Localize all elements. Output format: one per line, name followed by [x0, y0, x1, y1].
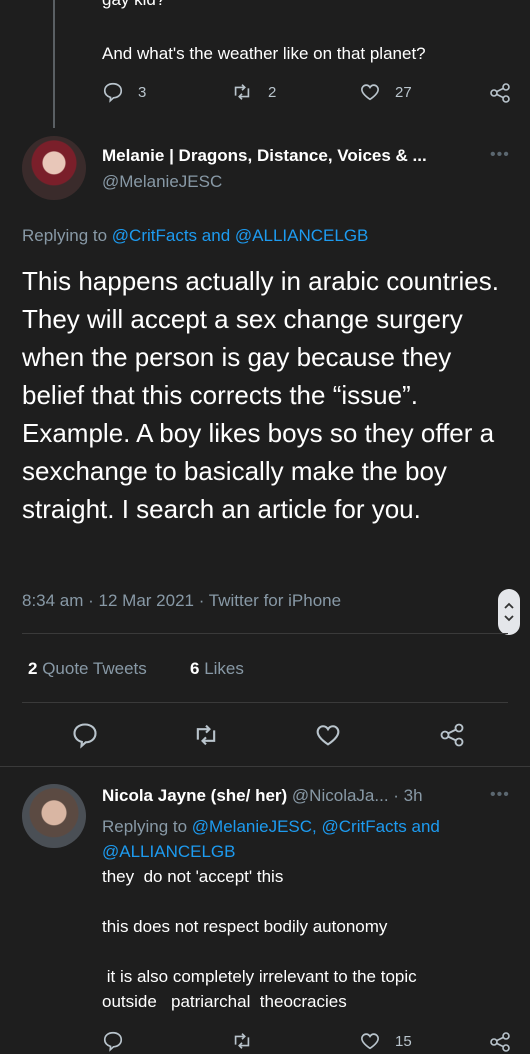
mention-link[interactable]: @CritFacts [112, 226, 197, 245]
display-name[interactable]: Nicola Jayne (she/ her) [102, 786, 287, 805]
display-name[interactable]: Melanie | Dragons, Distance, Voices & ..… [102, 146, 427, 166]
like-button[interactable]: 15 [359, 1030, 412, 1052]
replying-prefix: Replying to [102, 817, 188, 836]
like-icon [361, 84, 379, 101]
divider [22, 702, 508, 703]
partial-text: gay kid? [102, 0, 165, 10]
likes-label: Likes [204, 659, 244, 678]
reply-count: 3 [138, 83, 147, 101]
reply-text-line: they do not 'accept' this [102, 867, 284, 886]
top-reply-actions: 3 2 27 [102, 80, 514, 106]
reply-icon [103, 1031, 123, 1052]
top-reply-text: And what's the weather like on that plan… [102, 44, 426, 63]
mention-link[interactable]: @MelanieJESC, [192, 817, 317, 836]
more-button[interactable]: ••• [490, 146, 510, 164]
mention-link[interactable]: @ALLIANCELGB [235, 226, 368, 245]
retweet-icon [234, 84, 250, 100]
reply-button[interactable] [71, 721, 99, 749]
share-icon [490, 83, 510, 103]
mention-link[interactable]: @CritFacts [322, 817, 407, 836]
more-icon: ••• [490, 146, 510, 163]
avatar[interactable] [22, 136, 86, 200]
mention-link[interactable]: @ALLIANCELGB [102, 842, 235, 861]
reply-header: Nicola Jayne (she/ her) @NicolaJa... · 3… [102, 786, 423, 806]
more-button[interactable]: ••• [490, 786, 510, 804]
reply-time: · 3h [393, 786, 423, 805]
like-icon [361, 1033, 379, 1050]
likes-link[interactable]: 6 Likes [190, 659, 244, 679]
retweet-icon [234, 1033, 250, 1049]
retweet-icon [196, 724, 216, 746]
share-icon [490, 1032, 510, 1052]
reply-button[interactable] [102, 1030, 124, 1052]
more-icon: ••• [490, 786, 510, 803]
like-button[interactable] [314, 721, 342, 749]
retweet-button[interactable] [191, 721, 221, 749]
like-count: 15 [395, 1032, 412, 1050]
reply-icon [103, 82, 123, 103]
quote-tweets-link[interactable]: 2 Quote Tweets [28, 659, 147, 679]
scroll-handle[interactable] [498, 589, 520, 635]
like-icon [316, 725, 340, 746]
divider [22, 633, 508, 634]
reply-icon [73, 723, 97, 749]
divider [0, 766, 530, 767]
replying-to: Replying to @CritFacts and @ALLIANCELGB [22, 226, 368, 246]
replying-to: Replying to @MelanieJESC, @CritFacts and… [102, 814, 502, 864]
reply-button[interactable]: 3 [102, 81, 146, 103]
quote-count: 2 [28, 659, 38, 678]
thread-line [53, 0, 55, 128]
replying-prefix: Replying to [22, 226, 108, 245]
quote-label: Quote Tweets [42, 659, 147, 678]
handle[interactable]: @MelanieJESC [102, 172, 222, 192]
like-count: 27 [395, 83, 412, 101]
retweet-button[interactable] [230, 1030, 254, 1052]
reply-text-line: outside patriarchal theocracies [102, 992, 347, 1011]
reply-text-line: this does not respect bodily autonomy [102, 917, 388, 936]
share-icon [440, 723, 464, 747]
replying-and: and [411, 817, 440, 836]
like-button[interactable]: 27 [359, 81, 412, 103]
likes-count: 6 [190, 659, 200, 678]
scroll-handle-icon [504, 602, 514, 622]
retweet-count: 2 [268, 83, 277, 101]
share-button[interactable] [488, 1030, 512, 1054]
tweet-body: This happens actually in arabic countrie… [22, 266, 499, 524]
avatar[interactable] [22, 784, 86, 848]
share-button[interactable] [488, 81, 512, 105]
retweet-button[interactable]: 2 [230, 81, 276, 103]
handle[interactable]: @NicolaJa... [292, 786, 389, 805]
share-button[interactable] [438, 721, 466, 749]
reply-text-line: it is also completely irrelevant to the … [102, 967, 417, 986]
replying-and: and [201, 226, 231, 245]
timestamp[interactable]: 8:34 am · 12 Mar 2021 · Twitter for iPho… [22, 591, 341, 611]
